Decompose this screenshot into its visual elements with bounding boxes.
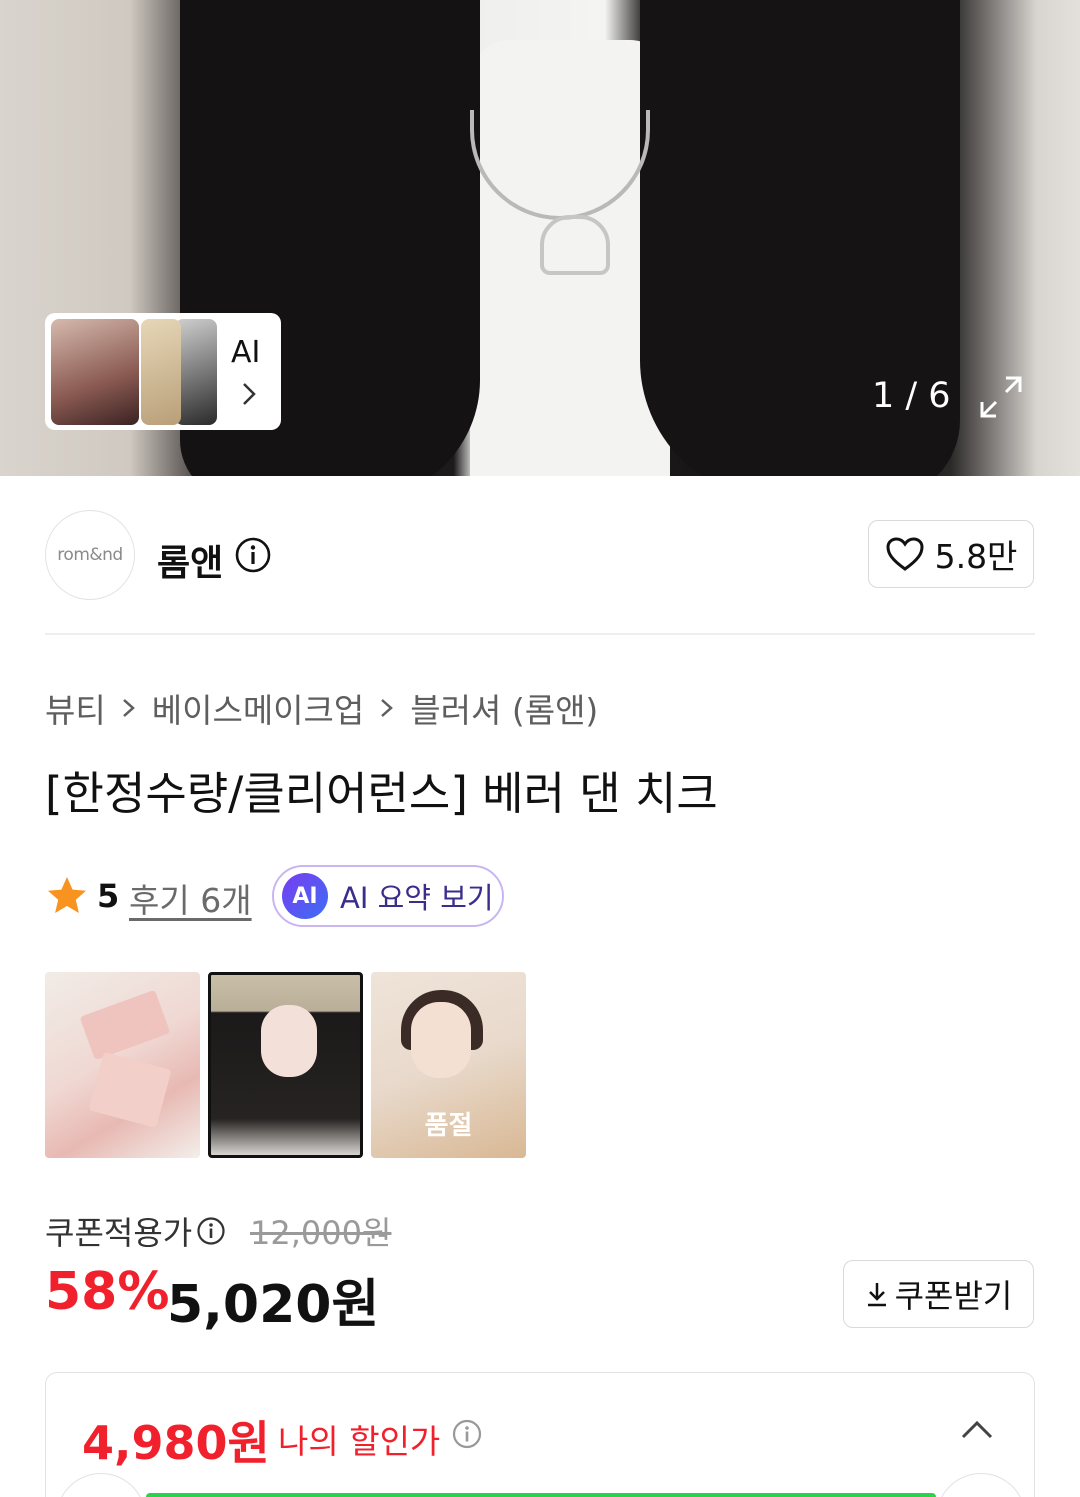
ai-thumb-3 xyxy=(175,319,217,425)
hero-pendant xyxy=(540,215,610,275)
brand-logo[interactable]: rom&nd xyxy=(45,510,135,600)
discount-step-circle-right xyxy=(936,1473,1026,1497)
brand-name[interactable]: 롬앤 xyxy=(157,534,223,586)
model-face xyxy=(261,1005,317,1077)
breadcrumb-item-base-makeup[interactable]: 베이스메이크업 xyxy=(152,684,365,732)
like-button[interactable]: 5.8만 xyxy=(868,520,1034,588)
chevron-right-icon xyxy=(122,699,135,717)
discount-rate: 58% xyxy=(45,1262,170,1322)
option-thumbnail-2-selected[interactable] xyxy=(208,972,363,1158)
breadcrumb: 뷰티 베이스메이크업 블러셔 (롬앤) xyxy=(45,684,598,732)
option-thumbnail-3[interactable]: 품절 xyxy=(371,972,526,1158)
ai-thumb-2 xyxy=(141,319,181,425)
brand-logo-text: rom&nd xyxy=(57,545,123,565)
image-pager: 1 / 6 xyxy=(872,376,951,416)
expand-icon[interactable] xyxy=(978,374,1024,420)
heart-icon xyxy=(886,537,924,571)
ai-summary-label: AI 요약 보기 xyxy=(340,881,494,915)
coupon-price-text: 쿠폰적용가 xyxy=(45,1214,193,1252)
chevron-right-icon xyxy=(243,383,256,405)
breadcrumb-item-beauty[interactable]: 뷰티 xyxy=(45,684,106,732)
divider xyxy=(45,633,1035,635)
model-face xyxy=(411,1002,471,1078)
ai-badge-icon: AI xyxy=(282,873,328,919)
ai-lookbook-card[interactable]: AI xyxy=(45,313,281,430)
coupon-price-label: 쿠폰적용가 xyxy=(45,1208,226,1254)
get-coupon-button[interactable]: 쿠폰받기 xyxy=(843,1260,1034,1328)
my-discount-label: 나의 할인가 xyxy=(278,1422,441,1461)
product-hero-image[interactable]: AI 1 / 6 xyxy=(0,0,1080,476)
discount-progress-bar xyxy=(146,1493,936,1497)
product-title: [한정수량/클리어런스] 베러 댄 치크 xyxy=(45,767,718,820)
ai-summary-button[interactable]: AI AI 요약 보기 xyxy=(272,865,504,927)
download-icon xyxy=(867,1283,886,1307)
discount-step-circle-left xyxy=(56,1473,146,1497)
info-icon[interactable] xyxy=(234,536,272,574)
info-icon[interactable] xyxy=(451,1418,483,1450)
product-compact xyxy=(88,1051,172,1129)
like-count: 5.8만 xyxy=(934,537,1018,576)
option-thumbnail-1[interactable] xyxy=(45,972,200,1158)
star-icon xyxy=(48,877,86,913)
product-compact xyxy=(79,989,171,1061)
chevron-up-icon[interactable] xyxy=(960,1417,994,1441)
ai-thumb-1 xyxy=(51,319,139,425)
chevron-right-icon xyxy=(381,699,394,717)
info-icon[interactable] xyxy=(196,1216,226,1246)
reviews-link[interactable]: 후기 6개 xyxy=(129,874,252,922)
get-coupon-label: 쿠폰받기 xyxy=(894,1277,1013,1315)
sale-price: 5,020원 xyxy=(167,1275,380,1335)
original-price: 12,000원 xyxy=(250,1214,392,1252)
breadcrumb-item-blusher[interactable]: 블러셔 (롬앤) xyxy=(410,684,598,732)
rating-score: 5 xyxy=(97,877,120,915)
ai-card-label: AI xyxy=(231,335,261,370)
soldout-label: 품절 xyxy=(424,1111,473,1141)
my-discount-price: 4,980원 xyxy=(82,1416,270,1470)
my-discount-panel[interactable]: 4,980원 나의 할인가 xyxy=(45,1372,1035,1497)
